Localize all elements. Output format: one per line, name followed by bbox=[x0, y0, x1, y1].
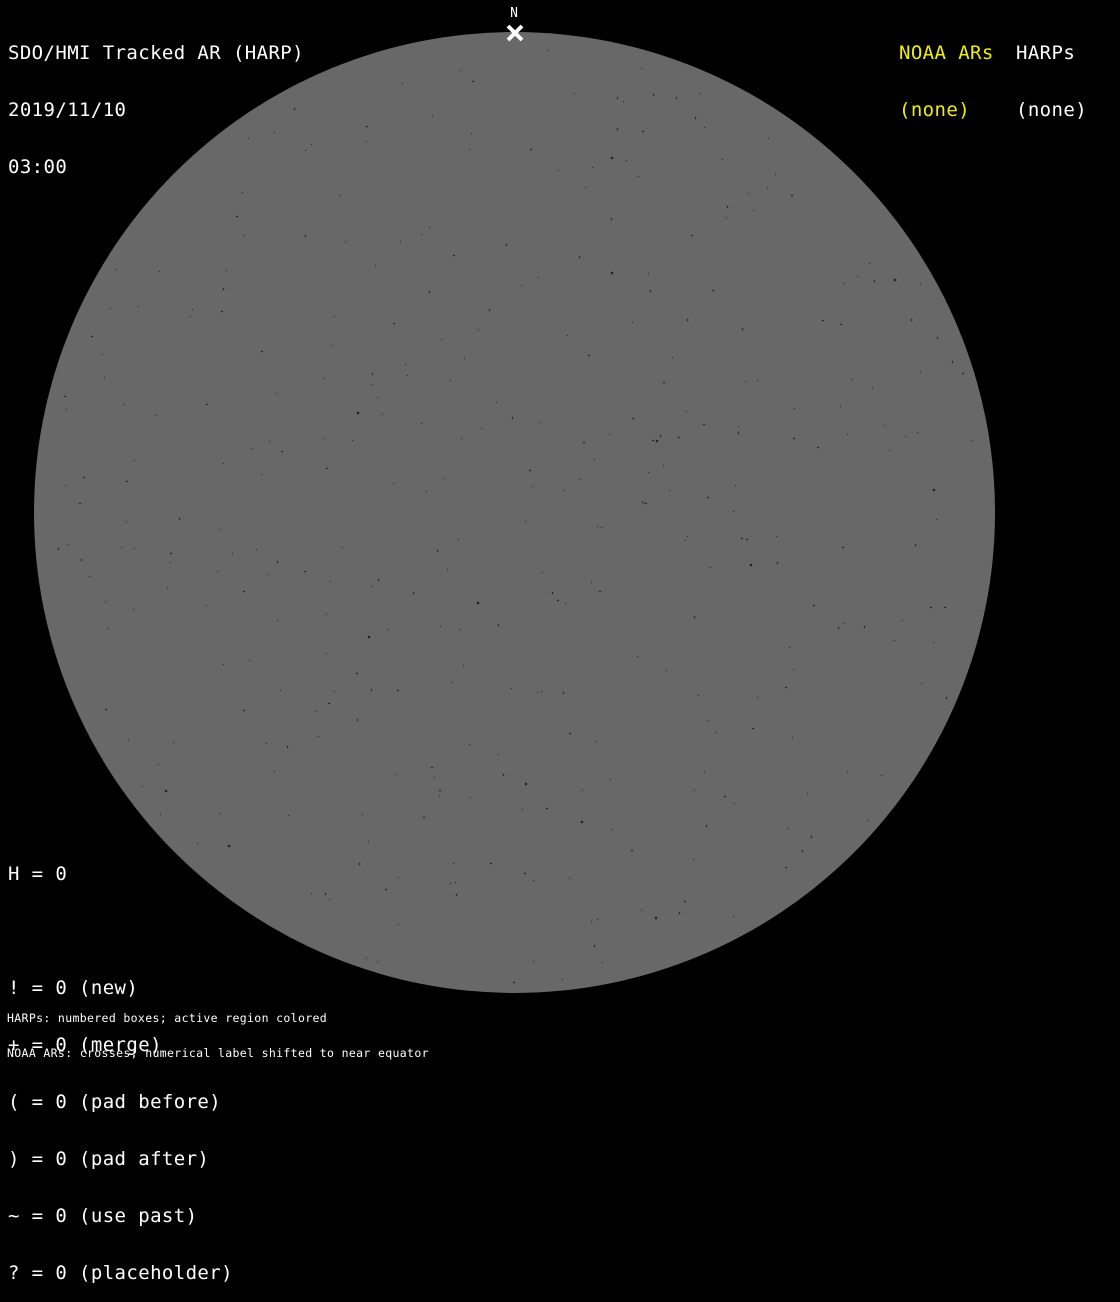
noaa-ars-status: NOAA ARs (none) bbox=[899, 6, 994, 139]
noaa-ars-value: (none) bbox=[899, 99, 971, 121]
harp-count-line: H = 0 bbox=[8, 863, 68, 885]
footer-noaa-note: NOAA ARs: crosses; numerical label shift… bbox=[7, 1045, 429, 1060]
page-title: SDO/HMI Tracked AR (HARP) bbox=[8, 42, 304, 64]
footer-caption: HARPs: numbered boxes; active region col… bbox=[7, 990, 429, 1071]
north-pole-cross-icon bbox=[506, 24, 524, 42]
north-label: N bbox=[510, 6, 518, 21]
legend-line-use-past: ~ = 0 (use past) bbox=[8, 1205, 198, 1227]
footer-harps-note: HARPs: numbered boxes; active region col… bbox=[7, 1011, 328, 1025]
observation-time: 03:00 bbox=[8, 156, 68, 178]
legend-line-pad-after: ) = 0 (pad after) bbox=[8, 1148, 210, 1170]
legend-spacer bbox=[8, 922, 233, 941]
harps-value: (none) bbox=[1016, 99, 1088, 121]
header: SDO/HMI Tracked AR (HARP) 2019/11/10 03:… bbox=[8, 6, 304, 196]
harps-label: HARPs bbox=[1016, 42, 1076, 64]
legend-line-placeholder: ? = 0 (placeholder) bbox=[8, 1262, 233, 1284]
harps-status: HARPs (none) bbox=[1016, 6, 1087, 139]
legend-line-pad-before: ( = 0 (pad before) bbox=[8, 1091, 222, 1113]
noaa-ars-label: NOAA ARs bbox=[899, 42, 994, 64]
solar-tracking-frame: { "header": { "title": "SDO/HMI Tracked … bbox=[0, 0, 1120, 1283]
observation-date: 2019/11/10 bbox=[8, 99, 127, 121]
